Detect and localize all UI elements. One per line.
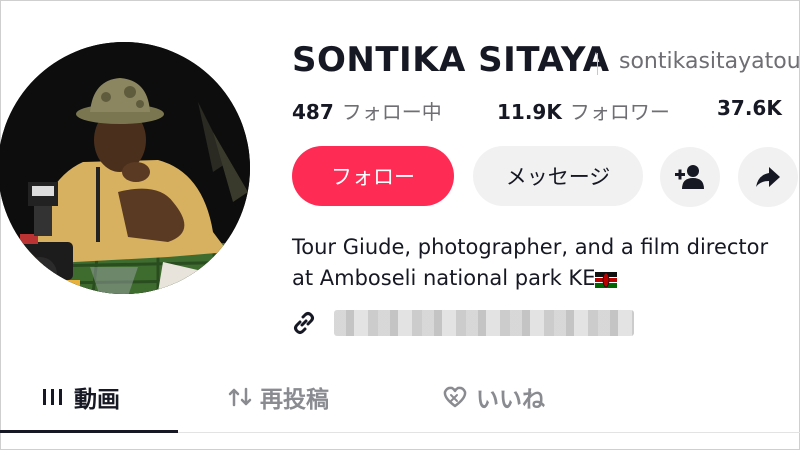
- tab-likes[interactable]: いいね: [442, 380, 545, 414]
- name-divider: [597, 53, 598, 75]
- grid-bars-icon: [43, 389, 62, 405]
- add-person-icon: [675, 165, 704, 189]
- blurred-link-url: [334, 310, 634, 336]
- tab-reposts[interactable]: 再投稿: [228, 380, 329, 414]
- profile-avatar[interactable]: [0, 42, 250, 294]
- profile-bio: Tour Giude, photographer, and a film dir…: [292, 232, 768, 294]
- tab-reposts-label: 再投稿: [260, 387, 329, 413]
- share-button[interactable]: [738, 147, 798, 207]
- active-tab-indicator: [0, 430, 178, 433]
- profile-name: SONTIKA SITAYA: [292, 40, 610, 80]
- message-button[interactable]: メッセージ: [473, 146, 643, 206]
- kenya-flag-icon: [595, 272, 618, 288]
- tab-videos-label: 動画: [74, 387, 120, 413]
- tab-likes-label: いいね: [476, 387, 545, 413]
- bio-line-1: Tour Giude, photographer, and a film dir…: [292, 235, 769, 259]
- repost-icon: [228, 387, 252, 407]
- stat-following-label: フォロー中: [341, 100, 442, 124]
- stat-likes-value: 37.6K: [717, 96, 782, 120]
- profile-handle: sontikasitayatou: [619, 49, 800, 74]
- profile-link[interactable]: [292, 308, 634, 338]
- stat-following-value: 487: [292, 100, 334, 124]
- add-friend-button[interactable]: [660, 147, 720, 207]
- bio-line-2: at Amboseli national park KE: [292, 266, 596, 290]
- stat-followers-label: フォロワー: [569, 100, 670, 124]
- bio-line-2-row: at Amboseli national park KE: [292, 263, 768, 294]
- link-icon: [294, 312, 314, 334]
- share-arrow-icon: [756, 167, 780, 187]
- tab-videos[interactable]: 動画: [42, 380, 120, 414]
- avatar-photo: [0, 42, 250, 294]
- follow-button[interactable]: フォロー: [292, 146, 454, 206]
- stat-following[interactable]: 487 フォロー中: [292, 96, 442, 125]
- stat-followers[interactable]: 11.9K フォロワー: [497, 96, 670, 125]
- heart-icon: [443, 386, 467, 408]
- stat-followers-value: 11.9K: [497, 100, 562, 124]
- stat-likes[interactable]: 37.6K: [717, 96, 790, 120]
